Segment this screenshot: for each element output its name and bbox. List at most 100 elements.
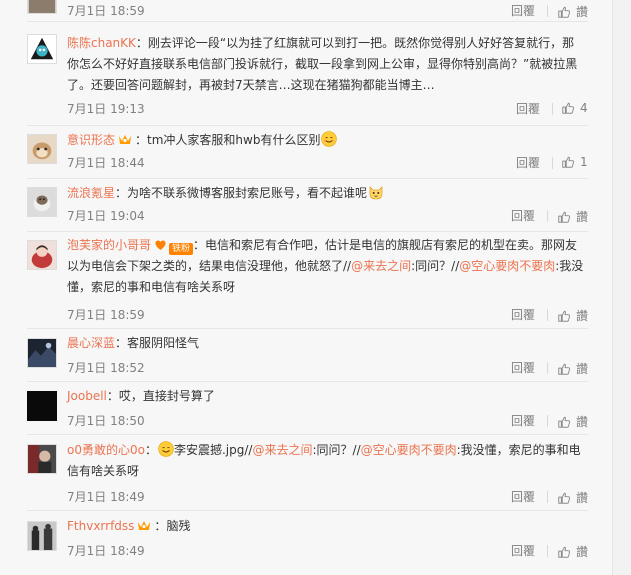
comment-content: 流浪氪星：为啥不联系微博客服封索尼账号，看不起谁呢 [67, 183, 584, 204]
comment-text-part: :同问？// [411, 259, 460, 273]
reply-button[interactable]: 回覆 [511, 306, 535, 323]
comment-item: 7月1日 18:59 回覆 讚 [0, 0, 612, 22]
like-button[interactable]: 讚 [557, 489, 588, 506]
comment-content: Joobell：哎，直接封号算了 [67, 389, 215, 403]
comment-time: 7月1日 18:50 [67, 414, 145, 428]
like-label: 讚 [576, 309, 589, 323]
like-label: 讚 [576, 415, 589, 429]
reply-button[interactable]: 回覆 [516, 100, 540, 117]
comment-text-part: :同问？// [312, 443, 361, 457]
like-label: 讚 [576, 545, 589, 559]
comment-time: 7月1日 18:44 [67, 156, 145, 170]
thumbs-up-icon [558, 416, 571, 428]
like-count: 4 [580, 101, 588, 115]
comment-content: Fthvxrrfdss ：脑残 [67, 519, 191, 533]
user-name[interactable]: 泡芙家的小哥哥 [67, 238, 151, 252]
avatar[interactable] [27, 444, 57, 474]
mention-link[interactable]: @来去之间 [252, 443, 312, 457]
mention-link[interactable]: @空心要肉不要肉 [459, 259, 555, 273]
avatar[interactable] [27, 34, 57, 64]
avatar[interactable] [27, 187, 57, 217]
thumbs-up-icon [558, 363, 571, 375]
avatar-image [28, 339, 56, 367]
thumbs-up-icon [562, 156, 575, 168]
like-label: 讚 [576, 362, 589, 376]
comment-text: 为啥不联系微博客服封索尼账号，看不起谁呢 [127, 186, 368, 200]
action-divider [547, 210, 548, 222]
like-button[interactable]: 讚 [557, 413, 588, 430]
like-button[interactable]: 讚 [557, 360, 588, 377]
comment-item: Fthvxrrfdss ：脑残 7月1日 18:49 回覆 讚 [0, 511, 612, 575]
thumbs-up-icon [558, 310, 571, 322]
like-label: 讚 [576, 491, 589, 505]
comment-time: 7月1日 18:59 [67, 308, 145, 322]
avatar[interactable] [27, 391, 57, 421]
reply-button[interactable]: 回覆 [516, 154, 540, 171]
like-button[interactable]: 讚 [557, 543, 588, 560]
comment-content: 陈陈chanKK：刚去评论一段“以为挂了红旗就可以到打一把。既然你觉得别人好好答… [67, 36, 578, 92]
like-button[interactable]: 讚 [557, 307, 588, 324]
action-divider [547, 415, 548, 427]
comment-content: 意识形态 ：tm冲人家客服和hwb有什么区别 [67, 130, 584, 151]
reply-button[interactable]: 回覆 [511, 488, 535, 505]
fan-badge-icon [154, 238, 167, 251]
user-name[interactable]: Joobell [67, 389, 107, 403]
avatar-image [28, 135, 56, 163]
mention-link[interactable]: @来去之间 [351, 259, 411, 273]
like-button[interactable]: 讚 [557, 208, 588, 225]
avatar[interactable] [27, 338, 57, 368]
smile-emoji-icon [158, 441, 174, 457]
user-name[interactable]: 流浪氪星 [67, 186, 115, 200]
comment-item: 晨心深蓝：客服阴阳怪气 7月1日 18:52 回覆 讚 [0, 329, 612, 382]
reply-button[interactable]: 回覆 [511, 207, 535, 224]
comment-item: 流浪氪星：为啥不联系微博客服封索尼账号，看不起谁呢 7月1日 19:04 回覆 … [0, 179, 612, 232]
comment-item: 意识形态 ：tm冲人家客服和hwb有什么区别 7月1日 18:44 回覆 1 [0, 126, 612, 179]
like-button[interactable]: 4 [561, 101, 588, 115]
comment-text: tm冲人家客服和hwb有什么区别 [147, 133, 321, 147]
action-divider [547, 491, 548, 503]
reply-button[interactable]: 回覆 [511, 359, 535, 376]
comment-content: 泡芙家的小哥哥 铁粉 ：电信和索尼有合作吧，估计是电信的旗舰店有索尼的机型在卖。那网… [67, 238, 584, 294]
avatar-image [28, 241, 56, 269]
comment-item: 泡芙家的小哥哥 铁粉 ：电信和索尼有合作吧，估计是电信的旗舰店有索尼的机型在卖。那网… [0, 232, 612, 329]
user-name[interactable]: o0勇敢的心0o [67, 443, 145, 457]
comment-time: 7月1日 18:59 [67, 4, 145, 18]
avatar[interactable] [27, 521, 57, 551]
smile-emoji-icon [321, 131, 338, 147]
mention-link[interactable]: @空心要肉不要肉 [361, 443, 457, 457]
reply-button[interactable]: 回覆 [511, 2, 535, 19]
like-button[interactable]: 讚 [557, 3, 588, 20]
comment-text: 客服阴阳怪气 [127, 336, 200, 350]
vip-badge-icon[interactable] [136, 519, 152, 532]
comment-content: o0勇敢的心0o： 李安震撼.jpg//@来去之间:同问？//@空心要肉不要肉:我… [67, 441, 581, 478]
like-label: 讚 [576, 210, 589, 224]
avatar[interactable] [27, 240, 57, 270]
reply-button[interactable]: 回覆 [511, 542, 535, 559]
action-divider [547, 362, 548, 374]
avatar[interactable] [27, 134, 57, 164]
comment-text: 脑残 [166, 519, 191, 533]
thumbs-up-icon [558, 492, 571, 504]
thumbs-up-icon [558, 6, 571, 18]
action-divider [552, 157, 553, 169]
fan-badge[interactable]: 铁粉 [169, 243, 194, 255]
vip-badge-icon[interactable] [117, 133, 133, 146]
comment-time: 7月1日 18:52 [67, 361, 145, 375]
reply-button[interactable]: 回覆 [511, 412, 535, 429]
thumbs-up-icon [562, 102, 575, 114]
comment-text-part: 李安震撼.jpg// [173, 443, 253, 457]
user-name[interactable]: Fthvxrrfdss [67, 519, 134, 533]
like-count: 1 [580, 155, 588, 169]
like-label: 讚 [576, 5, 589, 19]
comment-list: 7月1日 18:59 回覆 讚 陈陈chanKK：刚去评论一段“以为挂了红旗就可… [0, 0, 613, 575]
like-button[interactable]: 1 [561, 155, 588, 169]
comment-item: 陈陈chanKK：刚去评论一段“以为挂了红旗就可以到打一把。既然你觉得别人好好答… [0, 22, 612, 126]
comment-time: 7月1日 18:49 [67, 490, 145, 504]
user-name[interactable]: 意识形态 [67, 133, 115, 147]
thumbs-up-icon [558, 211, 571, 223]
user-name[interactable]: 晨心深蓝 [67, 336, 115, 350]
avatar-image [28, 188, 56, 216]
thumbs-up-icon [558, 546, 571, 558]
user-name[interactable]: 陈陈chanKK [67, 36, 136, 50]
avatar[interactable] [27, 0, 57, 14]
